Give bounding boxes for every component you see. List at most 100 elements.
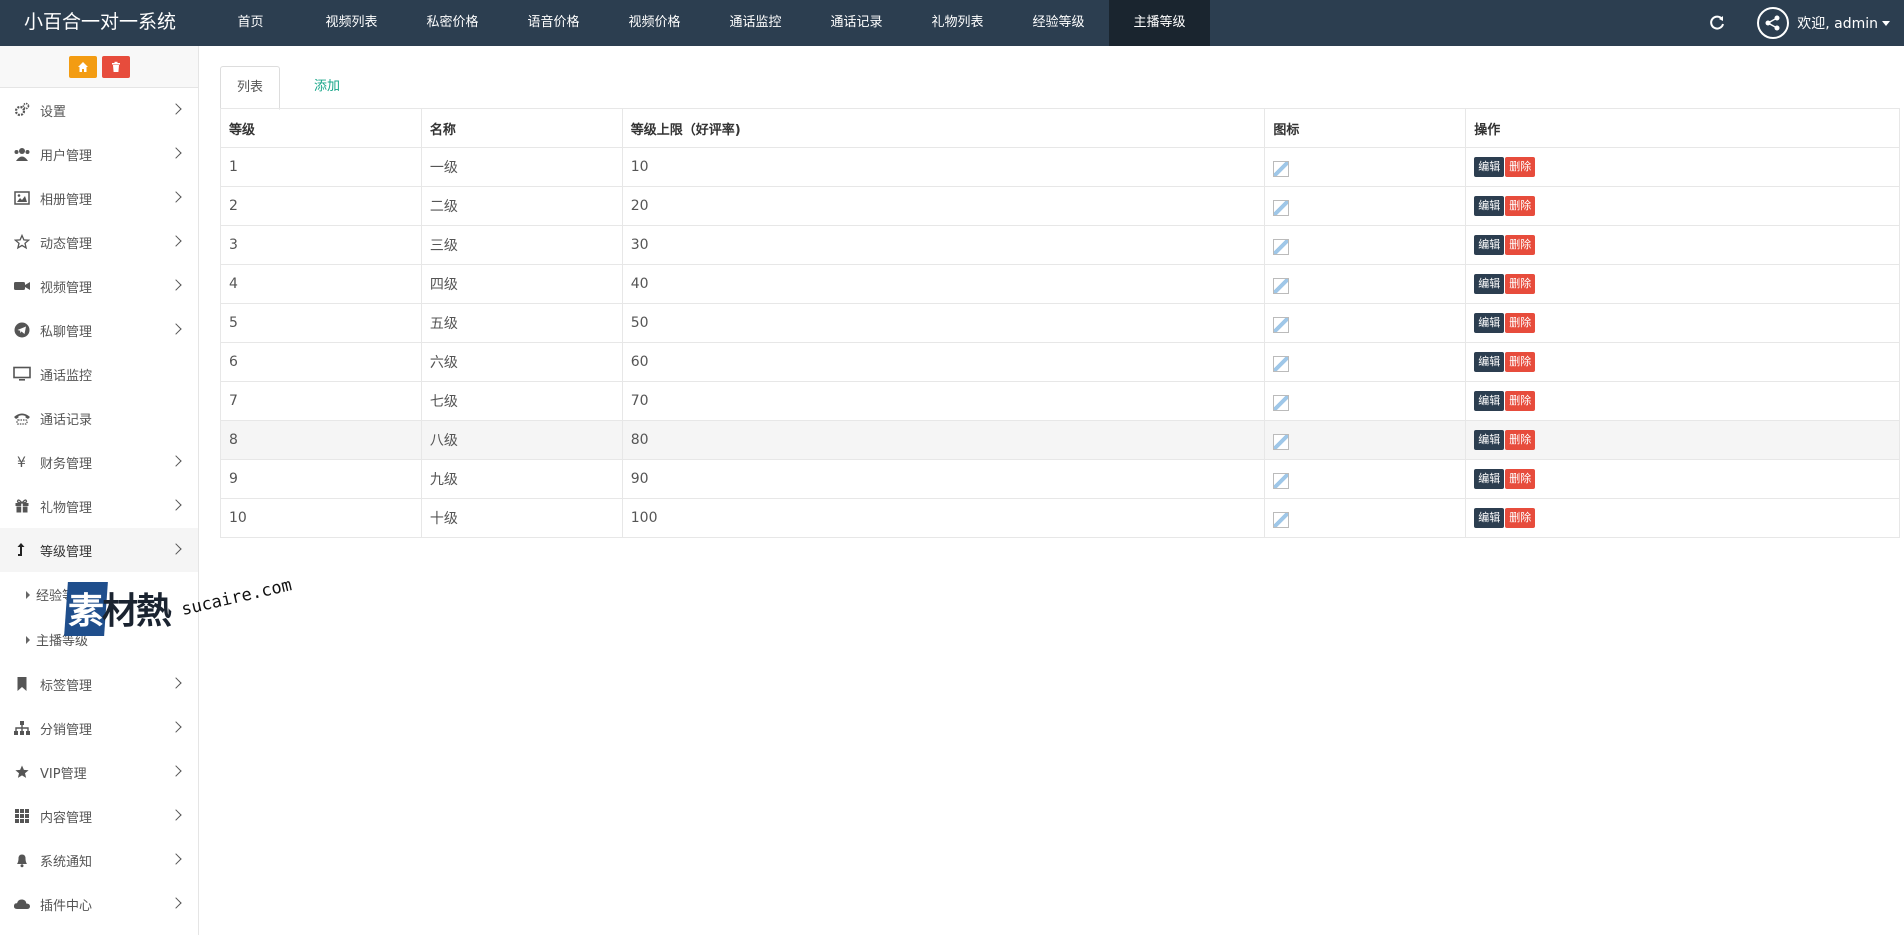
broken-image-icon — [1273, 434, 1290, 450]
edit-button[interactable]: 编辑 — [1474, 313, 1505, 333]
cell-icon — [1264, 342, 1467, 382]
caret-right-icon — [26, 590, 30, 599]
edit-button[interactable]: 编辑 — [1474, 274, 1505, 294]
cell-level: 5 — [220, 303, 422, 343]
sidebar-item[interactable]: 等级管理 — [0, 528, 198, 572]
cell-actions: 编辑 删除 — [1465, 498, 1900, 538]
sidebar-item[interactable]: 标签管理 — [0, 662, 198, 706]
delete-button[interactable]: 删除 — [1505, 391, 1536, 411]
sidebar-item[interactable]: ¥ 财务管理 — [0, 440, 198, 484]
chevron-right-icon — [170, 455, 182, 467]
sidebar-item[interactable]: 用户管理 — [0, 132, 198, 176]
topnav-item[interactable]: 视频列表 — [301, 0, 402, 46]
cell-level: 3 — [220, 225, 422, 265]
phone-icon — [12, 408, 32, 428]
grid-icon — [12, 806, 32, 826]
sidebar-subitem[interactable]: 主播等级 — [0, 617, 198, 662]
sidebar-subitem[interactable]: 经验等级 — [0, 572, 198, 617]
sidebar-item[interactable]: 内容管理 — [0, 794, 198, 838]
cell-name: 十级 — [420, 498, 623, 538]
topnav-item[interactable]: 语音价格 — [503, 0, 604, 46]
sidebar-item[interactable]: 通话监控 — [0, 352, 198, 396]
sidebar-item[interactable]: 系统通知 — [0, 838, 198, 882]
edit-button[interactable]: 编辑 — [1474, 196, 1505, 216]
delete-button[interactable]: 删除 — [1505, 430, 1536, 450]
tab-list[interactable]: 列表 — [220, 66, 281, 110]
sidebar-item-label: 插件中心 — [40, 898, 93, 914]
edit-button[interactable]: 编辑 — [1474, 508, 1505, 528]
top-navbar: 小百合一对一系统 首页 视频列表 私密价格 语音价格 视频价格 通话监控 通话记录 礼物列表经… — [0, 0, 1904, 46]
avatar[interactable] — [1757, 7, 1790, 39]
sitemap-icon — [12, 718, 32, 738]
broken-image-icon — [1273, 473, 1290, 489]
edit-button[interactable]: 编辑 — [1474, 157, 1505, 177]
delete-button[interactable]: 删除 — [1505, 352, 1536, 372]
sidebar-item-label: 系统通知 — [40, 854, 93, 870]
image-icon — [12, 188, 32, 208]
star-icon — [12, 762, 32, 782]
user-menu[interactable]: 欢迎, admin — [1797, 13, 1890, 33]
edit-button[interactable]: 编辑 — [1474, 469, 1505, 489]
table-row: 2 二级 20 编辑 删除 — [220, 186, 1900, 226]
cell-icon — [1264, 303, 1467, 343]
sidebar-item[interactable]: 设置 — [0, 88, 198, 132]
edit-button[interactable]: 编辑 — [1474, 235, 1505, 255]
cell-limit: 60 — [621, 342, 1266, 382]
chevron-right-icon — [170, 235, 182, 247]
delete-button[interactable]: 删除 — [1505, 157, 1536, 177]
tab-bar: 列表 添加 — [220, 66, 1900, 110]
bell-icon — [12, 850, 32, 870]
refresh-icon[interactable] — [1697, 0, 1737, 46]
delete-button[interactable]: 删除 — [1505, 469, 1536, 489]
table-row: 4 四级 40 编辑 删除 — [220, 264, 1900, 304]
delete-button[interactable]: 删除 — [1505, 508, 1536, 528]
sidebar-item[interactable]: 动态管理 — [0, 220, 198, 264]
delete-button[interactable]: 删除 — [1505, 274, 1536, 294]
sidebar-item[interactable]: 插件中心 — [0, 882, 198, 926]
table-body: 1 一级 10 编辑 删除 2 二级 20 编辑 删除 3 三级 30 编辑 删除 4 四级 40 编辑 删除 5 五级 5… — [220, 147, 1900, 538]
delete-button[interactable]: 删除 — [1505, 313, 1536, 333]
home-button[interactable] — [68, 55, 97, 78]
sidebar-item[interactable]: 相册管理 — [0, 176, 198, 220]
cell-icon — [1264, 264, 1467, 304]
edit-button[interactable]: 编辑 — [1474, 430, 1505, 450]
cell-level: 1 — [220, 147, 422, 187]
cell-level: 9 — [220, 459, 422, 499]
edit-button[interactable]: 编辑 — [1474, 391, 1505, 411]
sidebar-menu: 设置 用户管理 相册管理 动态管理 视频管理 私聊管理 通话监控 通话记录 ¥ 财务管理礼物管理等… — [0, 88, 198, 926]
cell-level: 7 — [220, 381, 422, 421]
chevron-right-icon — [170, 191, 182, 203]
topnav-item[interactable]: 礼物列表 — [907, 0, 1008, 46]
topnav-item[interactable]: 主播等级 — [1109, 0, 1210, 46]
topnav-item[interactable]: 私密价格 — [402, 0, 503, 46]
sidebar-item[interactable]: 礼物管理 — [0, 484, 198, 528]
topnav-item[interactable]: 通话监控 — [705, 0, 806, 46]
sidebar-item[interactable]: 视频管理 — [0, 264, 198, 308]
table-row: 6 六级 60 编辑 删除 — [220, 342, 1900, 382]
app-title[interactable]: 小百合一对一系统 — [0, 0, 200, 46]
header-actions: 操作 — [1465, 108, 1900, 148]
cell-limit: 50 — [621, 303, 1266, 343]
sidebar-item[interactable]: VIP管理 — [0, 750, 198, 794]
topnav-item[interactable]: 通话记录 — [806, 0, 907, 46]
sidebar-item[interactable]: 通话记录 — [0, 396, 198, 440]
topnav-item[interactable]: 经验等级 — [1008, 0, 1109, 46]
cell-name: 四级 — [420, 264, 623, 304]
cell-limit: 20 — [621, 186, 1266, 226]
cell-level: 4 — [220, 264, 422, 304]
sidebar-item[interactable]: 分销管理 — [0, 706, 198, 750]
telegram-icon — [12, 320, 32, 340]
tab-add[interactable]: 添加 — [298, 66, 356, 109]
trash-button[interactable] — [101, 55, 130, 78]
topnav-item[interactable]: 视频价格 — [604, 0, 705, 46]
sidebar-item-label: 财务管理 — [40, 456, 93, 472]
topnav-item[interactable]: 首页 — [200, 0, 301, 46]
delete-button[interactable]: 删除 — [1505, 196, 1536, 216]
yen-icon: ¥ — [12, 452, 32, 472]
cell-actions: 编辑 删除 — [1465, 381, 1900, 421]
edit-button[interactable]: 编辑 — [1474, 352, 1505, 372]
cell-actions: 编辑 删除 — [1465, 147, 1900, 187]
delete-button[interactable]: 删除 — [1505, 235, 1536, 255]
sidebar-item[interactable]: 私聊管理 — [0, 308, 198, 352]
sidebar-item-label: 礼物管理 — [40, 500, 93, 516]
